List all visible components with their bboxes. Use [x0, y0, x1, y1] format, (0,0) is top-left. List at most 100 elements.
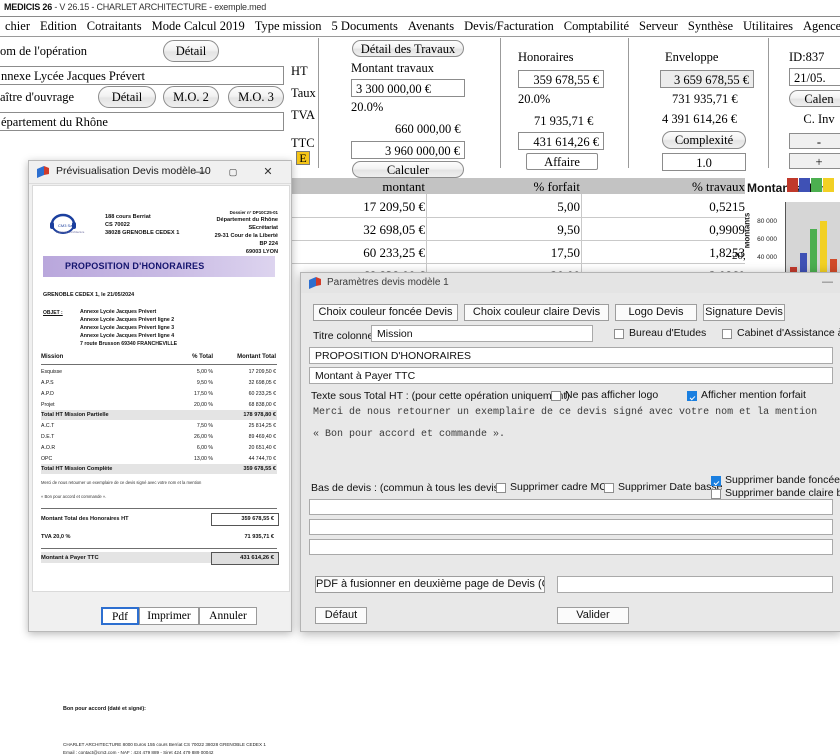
devis-document-page: CM3 Sarl Ingénierie & Architecture 188 c… — [32, 185, 290, 592]
mo-detail-button[interactable]: Détail — [98, 86, 156, 108]
table-header-travaux: % travaux — [691, 179, 745, 194]
mission-row-name: D.E.T — [41, 434, 55, 440]
defaut-button[interactable]: Défaut — [315, 607, 367, 624]
supprimer-bande-claire-checkbox[interactable] — [711, 489, 721, 499]
complexite-input[interactable]: 1.0 — [662, 153, 746, 171]
params-titlebar[interactable]: Paramètres devis modèle 1 — — [301, 273, 840, 293]
menu-item-utilitaires[interactable]: Utilitaires — [738, 17, 798, 34]
bureau-etudes-label: Bureau d'Etudes — [629, 327, 707, 339]
memo-line-1[interactable]: Merci de nous retourner un exemplaire de… — [313, 407, 817, 418]
taux-label: Taux — [291, 86, 316, 100]
table-header-forfait: % forfait — [533, 179, 580, 194]
menu-item-comptabilite[interactable]: Comptabilité — [559, 17, 634, 34]
minimize-icon[interactable]: — — [187, 161, 213, 183]
complexite-button[interactable]: Complexité — [662, 131, 746, 149]
operation-id-label: ID:837 — [789, 50, 825, 64]
company-logo: CM3 Sarl Ingénierie & Architecture — [50, 213, 85, 234]
menu-item-documents[interactable]: 5 Documents — [327, 17, 403, 34]
stepper-minus[interactable]: - — [789, 133, 840, 149]
pdf-fusion-label-button[interactable]: PDF à fusionner en deuxième page de Devi… — [315, 576, 545, 593]
supprimer-cadre-mo-checkbox[interactable] — [496, 483, 506, 493]
affaire-button[interactable]: Affaire — [526, 153, 598, 170]
mission-row-amount: 68 838,00 € — [248, 402, 276, 408]
menu-item-devis-facturation[interactable]: Devis/Facturation — [459, 17, 559, 34]
mission-row-pct: 9,50 % — [196, 380, 213, 386]
pdf-fusion-input[interactable] — [557, 576, 833, 593]
bas-devis-line-3[interactable] — [309, 539, 833, 555]
bas-devis-line-2[interactable] — [309, 519, 833, 535]
mission-row-pct: 13,00 % — [193, 456, 213, 462]
menu-item-serveur[interactable]: Serveur — [634, 17, 683, 34]
titre-document-input[interactable]: PROPOSITION D'HONORAIRES — [309, 347, 833, 364]
montant-travaux-input[interactable]: 3 300 000,00 € — [351, 79, 465, 97]
app-title: MEDICIS 26 - V 26.15 - CHARLET ARCHITECT… — [4, 2, 266, 12]
menu-item-avenants[interactable]: Avenants — [403, 17, 459, 34]
date-input[interactable]: 21/05. — [789, 68, 840, 86]
chart-legend-swatch — [787, 178, 798, 192]
c-inv-button[interactable]: C. Inv — [789, 111, 840, 128]
mission-row-pct: 6,00 % — [196, 445, 213, 451]
document-banner: PROPOSITION D'HONORAIRES — [43, 256, 275, 277]
table-cell: 32 698,05 € — [363, 222, 425, 237]
operation-detail-button[interactable]: Détail — [163, 40, 219, 62]
sender-line-2: CS 70022 — [105, 222, 130, 228]
supprimer-date-basse-checkbox[interactable] — [604, 483, 614, 493]
calendar-button[interactable]: Calen — [789, 90, 840, 107]
supprimer-bande-foncee-checkbox[interactable] — [711, 476, 721, 486]
stepper-plus[interactable]: + — [789, 153, 840, 169]
menu-item-mode-calcul[interactable]: Mode Calcul 2019 — [147, 17, 250, 34]
minimize-icon[interactable]: — — [822, 276, 833, 288]
annuler-button[interactable]: Annuler — [199, 607, 257, 625]
operation-name-input[interactable]: nnexe Lycée Jacques Prévert — [0, 66, 284, 85]
bas-devis-line-1[interactable] — [309, 499, 833, 515]
calculer-button[interactable]: Calculer — [352, 161, 464, 178]
close-icon[interactable]: ✕ — [255, 161, 281, 183]
memo-line-2[interactable]: « Bon pour accord et commande ». — [313, 429, 505, 440]
total-value: 359 678,55 € — [243, 466, 276, 472]
mo2-button[interactable]: M.O. 2 — [163, 86, 219, 108]
table-header-montant: montant — [382, 179, 425, 194]
supprimer-cadre-mo-label: Supprimer cadre MO — [510, 481, 608, 493]
bureau-etudes-checkbox[interactable] — [614, 329, 624, 339]
menu-item-cotraitants[interactable]: Cotraitants — [82, 17, 147, 34]
menu-item-agence[interactable]: Agence — [798, 17, 840, 34]
preview-titlebar[interactable]: Prévisualisation Devis modèle 10 — ▢ ✕ — [29, 161, 291, 184]
mo-name-input[interactable]: épartement du Rhône — [0, 112, 284, 131]
enveloppe-ttc-value: 4 391 614,26 € — [662, 112, 737, 126]
signature-devis-button[interactable]: Signature Devis — [703, 304, 785, 321]
titre-colonne-input[interactable]: Mission — [371, 325, 593, 342]
chart-legend-swatch — [811, 178, 822, 192]
window-titlebar: MEDICIS 26 - V 26.15 - CHARLET ARCHITECT… — [0, 0, 840, 17]
menu-item-edition[interactable]: Edition — [35, 17, 82, 34]
choix-couleur-foncee-button[interactable]: Choix couleur foncée Devis — [313, 304, 458, 321]
mission-row-amount: 89 469,40 € — [248, 434, 276, 440]
pdf-button[interactable]: Pdf — [101, 607, 139, 625]
afficher-mention-forfait-checkbox[interactable] — [687, 391, 697, 401]
mission-row-amount: 25 814,25 € — [248, 423, 276, 429]
note-line-1: Merci de nous retourner un exemplaire de… — [41, 480, 202, 485]
travaux-ttc-input[interactable]: 3 960 000,00 € — [351, 141, 465, 159]
objet-line: Annexe Lycée Jacques Prévert — [80, 309, 157, 315]
amount-col-header: Montant Total — [237, 354, 276, 360]
ne-pas-afficher-logo-checkbox[interactable] — [551, 391, 561, 401]
choix-couleur-claire-button[interactable]: Choix couleur claire Devis — [464, 304, 609, 321]
imprimer-button[interactable]: Imprimer — [139, 607, 199, 625]
detail-travaux-button[interactable]: Détail des Travaux — [352, 40, 464, 57]
menu-item-fichier[interactable]: chier — [0, 17, 35, 34]
honoraires-ttc-value[interactable]: 431 614,26 € — [518, 132, 604, 150]
maximize-icon[interactable]: ▢ — [220, 161, 246, 183]
mo3-button[interactable]: M.O. 3 — [228, 86, 284, 108]
honoraires-ht-value[interactable]: 359 678,55 € — [518, 70, 604, 88]
cabinet-assistance-label: Cabinet d'Assistance à la MO — [737, 327, 840, 339]
menu-item-synthese[interactable]: Synthèse — [683, 17, 738, 34]
travaux-taux-value: 20.0% — [351, 100, 384, 114]
libelle-ttc-input[interactable]: Montant à Payer TTC — [309, 367, 833, 384]
menu-item-type-mission[interactable]: Type mission — [250, 17, 327, 34]
cabinet-assistance-checkbox[interactable] — [722, 329, 732, 339]
table-cell: 0,5215 — [709, 199, 745, 214]
sender-line-1: 188 cours Berriat — [105, 214, 151, 220]
objet-label: OBJET : — [43, 310, 63, 316]
logo-devis-button[interactable]: Logo Devis — [615, 304, 697, 321]
e-badge[interactable]: E — [296, 151, 310, 165]
valider-button[interactable]: Valider — [557, 607, 629, 624]
